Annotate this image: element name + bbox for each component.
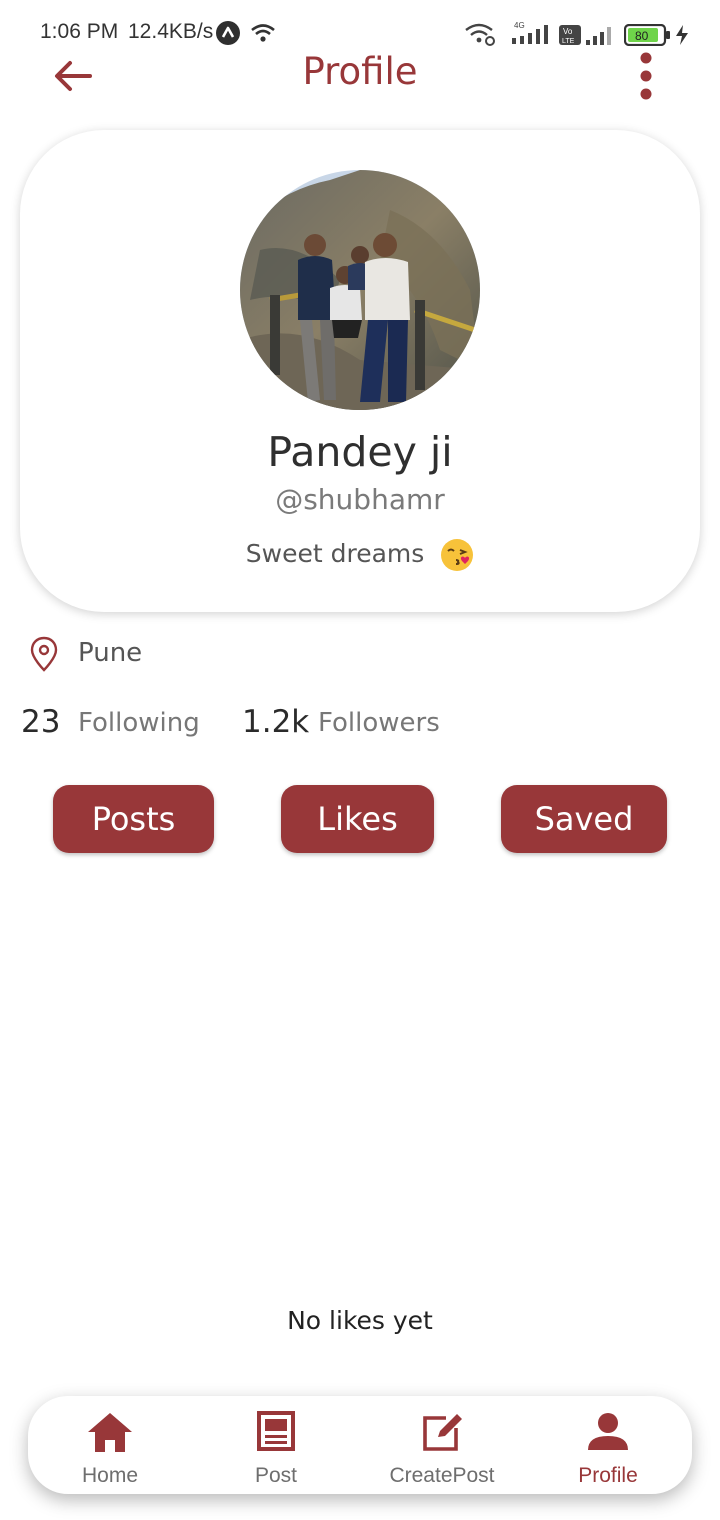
- avatar-photo: [240, 170, 480, 410]
- bottom-navigation: Home Post CreatePost Profile: [28, 1396, 692, 1494]
- status-time: 1:06 PM: [40, 20, 119, 43]
- svg-text:LTE: LTE: [562, 38, 575, 45]
- svg-text:4G: 4G: [514, 21, 525, 30]
- profile-handle: @shubhamr: [275, 483, 445, 516]
- profile-name: Pandey ji: [267, 428, 453, 476]
- hotspot-icon: [465, 23, 495, 46]
- battery-level: 80: [635, 29, 649, 43]
- followers-count[interactable]: 1.2k: [242, 704, 309, 740]
- nav-label-post: Post: [254, 1464, 298, 1487]
- post-icon: [257, 1411, 295, 1451]
- face-blowing-kiss-emoji: [441, 539, 474, 571]
- empty-state-message: No likes yet: [287, 1306, 433, 1335]
- following-label[interactable]: Following: [78, 708, 200, 738]
- profile-avatar[interactable]: [240, 170, 480, 410]
- signal-4g-icon: 4G: [512, 21, 548, 44]
- nav-label-profile: Profile: [578, 1464, 638, 1487]
- followers-label[interactable]: Followers: [318, 708, 440, 738]
- profile-bio: Sweet dreams: [0, 538, 720, 572]
- app-notification-icon: [216, 21, 240, 45]
- tab-posts[interactable]: Posts: [53, 785, 214, 853]
- edit-icon: [423, 1414, 462, 1451]
- tab-likes[interactable]: Likes: [281, 785, 434, 853]
- nav-item-createpost[interactable]: CreatePost: [372, 1396, 512, 1494]
- tab-saved[interactable]: Saved: [501, 785, 667, 853]
- status-network-speed: 12.4KB/s: [128, 20, 214, 43]
- home-icon: [88, 1413, 132, 1452]
- volte-icon: Vo LTE: [559, 25, 581, 45]
- person-icon: [588, 1413, 628, 1450]
- nav-item-home[interactable]: Home: [40, 1396, 180, 1494]
- wifi-icon: [251, 24, 275, 42]
- more-vertical-icon[interactable]: [630, 50, 662, 102]
- nav-item-post[interactable]: Post: [206, 1396, 346, 1494]
- svg-text:Vo: Vo: [563, 27, 573, 36]
- nav-item-profile[interactable]: Profile: [538, 1396, 678, 1494]
- profile-bio-text: Sweet dreams: [245, 539, 425, 568]
- charging-icon: [676, 25, 688, 45]
- location-pin-icon: [30, 636, 58, 672]
- page-title: Profile: [302, 50, 418, 93]
- battery-icon: 80: [624, 24, 670, 46]
- following-count[interactable]: 23: [21, 704, 60, 740]
- nav-label-home: Home: [81, 1464, 139, 1487]
- nav-label-createpost: CreatePost: [389, 1464, 495, 1487]
- signal-icon: [586, 27, 611, 45]
- profile-location: Pune: [78, 638, 143, 668]
